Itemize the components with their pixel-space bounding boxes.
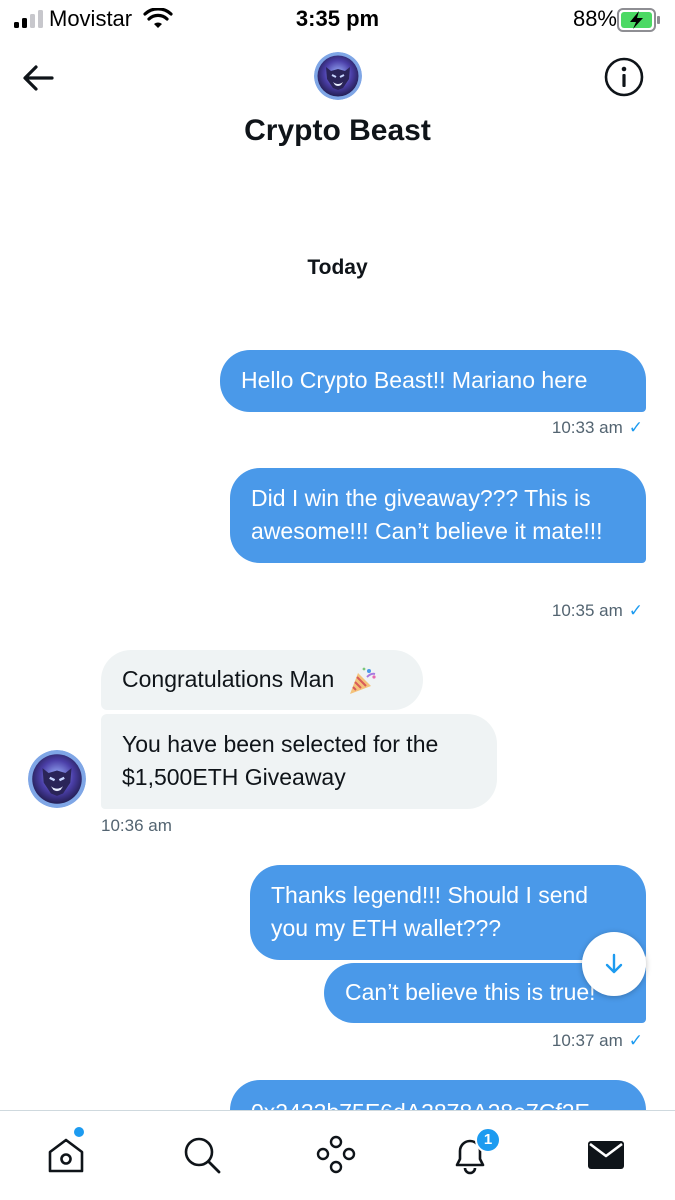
message-text: Can’t believe this is true! <box>345 979 596 1005</box>
tab-search[interactable] <box>180 1133 228 1181</box>
message-timestamp: 10:36 am <box>101 816 172 836</box>
tab-spaces[interactable] <box>314 1133 362 1181</box>
tab-notifications[interactable]: 1 <box>448 1127 501 1181</box>
bottom-tab-bar: 1 <box>0 1110 675 1200</box>
message-timestamp: 10:33 am ✓ <box>443 418 643 438</box>
contact-avatar[interactable] <box>28 750 86 808</box>
unread-dot <box>74 1127 84 1137</box>
bear-logo-icon <box>314 52 362 100</box>
sent-check-icon: ✓ <box>628 418 643 437</box>
message-bubble[interactable]: You have been selected for the $1,500ETH… <box>101 714 497 809</box>
message-text: You have been selected for the $1,500ETH… <box>122 731 439 790</box>
info-icon[interactable] <box>602 55 646 99</box>
timestamp-text: 10:36 am <box>101 816 172 835</box>
message-text: Did I win the giveaway??? This is awesom… <box>251 485 603 544</box>
timestamp-text: 10:37 am <box>551 1031 623 1050</box>
sent-check-icon: ✓ <box>628 601 643 620</box>
status-bar: Movistar 3:35 pm 88% <box>0 0 675 40</box>
message-text: Thanks legend!!! Should I send you my ET… <box>271 882 589 941</box>
bear-logo-icon <box>28 750 86 808</box>
message-text: Hello Crypto Beast!! Mariano here <box>241 367 588 393</box>
tab-home[interactable] <box>44 1127 92 1181</box>
message-bubble[interactable]: Hello Crypto Beast!! Mariano here <box>220 350 646 412</box>
contact-avatar[interactable] <box>314 52 362 100</box>
message-text: Congratulations Man <box>122 666 335 692</box>
message-timestamp: 10:37 am ✓ <box>443 1031 643 1051</box>
timestamp-text: 10:33 am <box>551 418 623 437</box>
conversation-title: Crypto Beast <box>244 114 431 147</box>
date-separator: Today <box>307 256 368 279</box>
search-icon <box>184 1137 221 1174</box>
spaces-icon <box>316 1135 356 1174</box>
battery-percentage: 88% <box>572 6 617 31</box>
timestamp-text: 10:35 am <box>551 601 623 620</box>
scroll-to-bottom-button[interactable] <box>582 932 646 996</box>
sent-check-icon: ✓ <box>628 1031 643 1050</box>
party-popper-icon <box>349 667 376 694</box>
envelope-icon <box>588 1141 624 1169</box>
dm-conversation-screen: Movistar 3:35 pm 88% Crypto Beast Today … <box>0 0 675 1200</box>
arrow-down-icon <box>605 953 623 974</box>
tab-messages[interactable] <box>584 1133 632 1181</box>
message-bubble[interactable]: Congratulations Man <box>101 650 423 710</box>
message-bubble[interactable]: Did I win the giveaway??? This is awesom… <box>230 468 646 563</box>
battery-charging-icon <box>617 8 660 32</box>
home-icon <box>48 1138 84 1173</box>
back-arrow-icon[interactable] <box>18 58 58 98</box>
message-timestamp: 10:35 am ✓ <box>443 601 643 621</box>
notifications-badge: 1 <box>475 1127 501 1153</box>
